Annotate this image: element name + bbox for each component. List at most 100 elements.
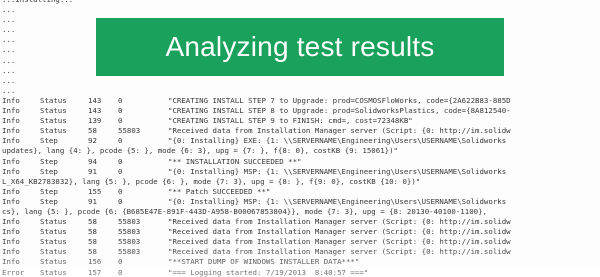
log-type: Status bbox=[40, 126, 67, 136]
log-line[interactable]: Info Step 155 0 "** Patch SUCCEEDED **" bbox=[2, 187, 600, 197]
log-message: "Received data from Installation Manager… bbox=[168, 126, 511, 136]
log-level: Info bbox=[2, 227, 20, 237]
log-code: 156 bbox=[88, 257, 102, 267]
log-line-hidden: ... bbox=[2, 85, 16, 95]
log-value: 0 bbox=[118, 116, 123, 126]
log-code: 91 bbox=[88, 166, 97, 176]
log-code: 58 bbox=[88, 227, 97, 237]
log-level: Info bbox=[2, 106, 20, 116]
log-line[interactable]: Info Status 58 55803 "Received data from Ins… bbox=[2, 247, 600, 257]
log-type: Status bbox=[40, 227, 67, 237]
log-continuation: L_X64_KB2783832}, lang {5: }, pcode {6: … bbox=[2, 176, 421, 186]
log-type: Status bbox=[40, 267, 67, 277]
log-code: 91 bbox=[88, 196, 97, 206]
log-value: 0 bbox=[118, 257, 123, 267]
log-code: 58 bbox=[88, 126, 97, 136]
log-message: "Received data from Installation Manager… bbox=[168, 217, 511, 227]
log-message: "CREATING INSTALL STEP 7 to Upgrade: pro… bbox=[168, 95, 511, 105]
log-level: Info bbox=[2, 95, 20, 105]
log-value: 0 bbox=[118, 136, 123, 146]
log-line[interactable]: Info Status 156 0 "**START DUMP OF WINDOWS I… bbox=[2, 257, 600, 267]
log-level: Info bbox=[2, 247, 20, 257]
log-message: "{0: Installing} EXE: {1: \\SERVERNAME\E… bbox=[168, 136, 507, 146]
log-message: "{0: Installing} MSP: {1: \\SERVERNAME\E… bbox=[168, 166, 507, 176]
log-value: 0 bbox=[118, 186, 123, 196]
log-line[interactable]: L_X64_KB2783832}, lang {5: }, pcode {6: … bbox=[2, 177, 600, 187]
title-banner: Analyzing test results bbox=[96, 18, 504, 76]
log-level: Info bbox=[2, 136, 20, 146]
log-code: 58 bbox=[88, 247, 97, 257]
log-type: Status bbox=[40, 116, 67, 126]
log-level: Error bbox=[2, 267, 25, 277]
log-value: 0 bbox=[118, 95, 123, 105]
log-line[interactable]: updates}, lang {4: }, pcode {5: }, mode … bbox=[2, 146, 600, 156]
log-value: 0 bbox=[118, 106, 123, 116]
log-line[interactable]: Info Status 58 55803 "Received data from Ins… bbox=[2, 237, 600, 247]
log-type: Status bbox=[40, 106, 67, 116]
log-code: 139 bbox=[88, 116, 102, 126]
log-code: 58 bbox=[88, 237, 97, 247]
log-value: 55803 bbox=[118, 247, 141, 257]
banner-title: Analyzing test results bbox=[165, 31, 435, 62]
log-level: Info bbox=[2, 217, 20, 227]
log-line[interactable]: cs}, lang {5: }, pcode {6: {B685E47E-891… bbox=[2, 207, 600, 217]
log-message: "=== Logging started: 7/19/2013 8:40:57 … bbox=[168, 267, 369, 277]
log-code: 157 bbox=[88, 267, 102, 277]
log-code: 92 bbox=[88, 136, 97, 146]
log-line[interactable]: Info Step 91 0 "{0: Installing} MSP: {1: \\S… bbox=[2, 197, 600, 207]
log-level: Info bbox=[2, 257, 20, 267]
log-continuation: cs}, lang {5: }, pcode {6: {B685E47E-891… bbox=[2, 206, 487, 216]
log-level: Info bbox=[2, 186, 20, 196]
log-value: 0 bbox=[118, 196, 123, 206]
log-code: 58 bbox=[88, 217, 97, 227]
log-line[interactable]: Info Status 58 55803 "Received data from Ins… bbox=[2, 126, 600, 136]
log-message: "**START DUMP OF WINDOWS INSTALLER DATA*… bbox=[168, 257, 360, 267]
log-type: Status bbox=[40, 237, 67, 247]
log-type: Step bbox=[40, 186, 58, 196]
log-message: "Received data from Installation Manager… bbox=[168, 227, 511, 237]
log-message: "** Patch SUCCEEDED **" bbox=[168, 186, 271, 196]
log-value: 55803 bbox=[118, 126, 141, 136]
log-continuation: updates}, lang {4: }, pcode {5: }, mode … bbox=[2, 146, 399, 156]
log-value: 55803 bbox=[118, 217, 141, 227]
log-code: 143 bbox=[88, 106, 102, 116]
log-value: 0 bbox=[118, 166, 123, 176]
log-line[interactable]: Info Step 94 0 "** INSTALLATION SUCCEEDED **… bbox=[2, 157, 600, 167]
log-type: Status bbox=[40, 257, 67, 267]
log-line[interactable]: Info Step 91 0 "{0: Installing} MSP: {1: \\S… bbox=[2, 167, 600, 177]
log-type: Step bbox=[40, 136, 58, 146]
log-level: Info bbox=[2, 116, 20, 126]
log-line[interactable]: Info Status 143 0 "CREATING INSTALL STEP 8 t… bbox=[2, 106, 600, 116]
log-value: 0 bbox=[118, 156, 123, 166]
log-line[interactable]: Info Status 143 0 "CREATING INSTALL STEP 7 t… bbox=[2, 96, 600, 106]
screenshot: ...Installing...........................… bbox=[0, 0, 600, 277]
log-line-hidden: ... bbox=[2, 5, 16, 15]
log-line[interactable]: Info Status 58 55803 "Received data from Ins… bbox=[2, 227, 600, 237]
log-code: 94 bbox=[88, 156, 97, 166]
log-message: "CREATING INSTALL STEP 9 to FINISH: cmd=… bbox=[168, 116, 413, 126]
log-type: Status bbox=[40, 95, 67, 105]
log-level: Info bbox=[2, 126, 20, 136]
log-line[interactable]: Error Status 157 0 "=== Logging started: 7/1… bbox=[2, 268, 600, 277]
log-message: "CREATING INSTALL STEP 8 to Upgrade: pro… bbox=[168, 106, 511, 116]
log-type: Step bbox=[40, 196, 58, 206]
log-value: 55803 bbox=[118, 237, 141, 247]
log-value: 0 bbox=[118, 267, 123, 277]
log-message: "Received data from Installation Manager… bbox=[168, 237, 511, 247]
log-message: "Received data from Installation Manager… bbox=[168, 247, 511, 257]
log-code: 143 bbox=[88, 95, 102, 105]
log-value: 55803 bbox=[118, 227, 141, 237]
log-code: 155 bbox=[88, 186, 102, 196]
log-type: Status bbox=[40, 247, 67, 257]
log-level: Info bbox=[2, 156, 20, 166]
log-type: Status bbox=[40, 217, 67, 227]
log-type: Step bbox=[40, 166, 58, 176]
log-level: Info bbox=[2, 166, 20, 176]
log-line-hidden: ... bbox=[2, 75, 16, 85]
log-level: Info bbox=[2, 196, 20, 206]
log-line[interactable]: Info Step 92 0 "{0: Installing} EXE: {1: \\S… bbox=[2, 136, 600, 146]
log-line[interactable]: Info Status 139 0 "CREATING INSTALL STEP 9 t… bbox=[2, 116, 600, 126]
log-type: Step bbox=[40, 156, 58, 166]
log-line[interactable]: Info Status 58 55803 "Received data from Ins… bbox=[2, 217, 600, 227]
log-level: Info bbox=[2, 237, 20, 247]
